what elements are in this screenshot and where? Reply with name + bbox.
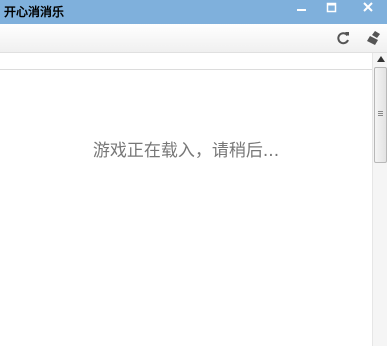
scroll-up-arrow-icon[interactable] — [377, 56, 385, 62]
maximize-icon — [326, 2, 337, 13]
loading-message: 游戏正在载入，请稍后... — [92, 141, 280, 161]
toolbar — [0, 24, 387, 53]
close-button[interactable] — [356, 0, 380, 18]
minimize-icon — [297, 9, 306, 11]
grip-icon — [378, 111, 383, 116]
refresh-icon — [337, 32, 349, 45]
minimize-button[interactable] — [290, 0, 314, 18]
clear-cache-button[interactable] — [366, 30, 382, 46]
clear-cache-icon — [367, 31, 380, 45]
vertical-scrollbar[interactable] — [372, 53, 387, 346]
title-bar: 开心消消乐 — [0, 0, 387, 24]
maximize-button[interactable] — [320, 0, 344, 18]
refresh-button[interactable] — [335, 30, 351, 46]
scrollbar-thumb[interactable] — [374, 67, 387, 163]
close-icon — [363, 2, 373, 12]
game-area: 游戏正在载入，请稍后... — [0, 69, 372, 347]
window-title: 开心消消乐 — [4, 5, 65, 19]
